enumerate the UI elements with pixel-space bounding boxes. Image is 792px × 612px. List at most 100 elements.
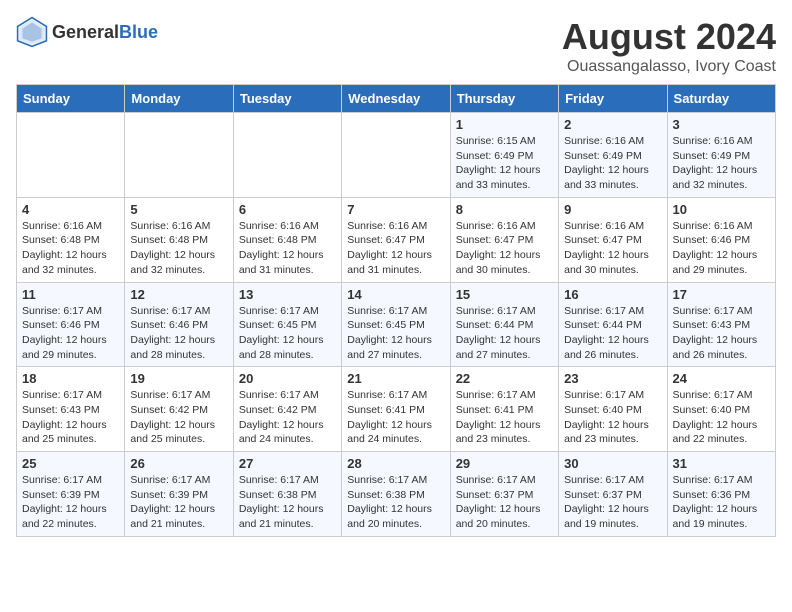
day-info: Sunrise: 6:16 AMSunset: 6:47 PMDaylight:… (456, 219, 553, 278)
calendar-cell (17, 113, 125, 198)
day-info: Sunrise: 6:17 AMSunset: 6:41 PMDaylight:… (456, 388, 553, 447)
day-info: Sunrise: 6:16 AMSunset: 6:48 PMDaylight:… (130, 219, 227, 278)
calendar-cell: 2 Sunrise: 6:16 AMSunset: 6:49 PMDaylight… (559, 113, 667, 198)
logo-blue: Blue (119, 22, 158, 43)
calendar-cell: 20Sunrise: 6:17 AMSunset: 6:42 PMDayligh… (233, 367, 341, 452)
day-info: Sunrise: 6:17 AMSunset: 6:46 PMDaylight:… (130, 304, 227, 363)
day-info: Sunrise: 6:16 AMSunset: 6:49 PMDaylight:… (564, 134, 661, 193)
day-info: Sunrise: 6:16 AMSunset: 6:49 PMDaylight:… (673, 134, 770, 193)
header-day-tuesday: Tuesday (233, 85, 341, 113)
day-number: 29 (456, 456, 553, 471)
day-number: 15 (456, 287, 553, 302)
title-block: August 2024 Ouassangalasso, Ivory Coast (562, 16, 776, 76)
calendar-cell: 15 Sunrise: 6:17 AMSunset: 6:44 PMDayligh… (450, 282, 558, 367)
header-day-sunday: Sunday (17, 85, 125, 113)
calendar-cell: 14 Sunrise: 6:17 AMSunset: 6:45 PMDayligh… (342, 282, 450, 367)
day-info: Sunrise: 6:16 AMSunset: 6:47 PMDaylight:… (564, 219, 661, 278)
calendar-cell: 5 Sunrise: 6:16 AMSunset: 6:48 PMDaylight… (125, 197, 233, 282)
day-info: Sunrise: 6:17 AMSunset: 6:46 PMDaylight:… (22, 304, 119, 363)
day-number: 23 (564, 371, 661, 386)
day-info: Sunrise: 6:17 AMSunset: 6:40 PMDaylight:… (564, 388, 661, 447)
day-info: Sunrise: 6:17 AMSunset: 6:42 PMDaylight:… (239, 388, 336, 447)
day-number: 3 (673, 117, 770, 132)
day-number: 28 (347, 456, 444, 471)
calendar-cell: 3 Sunrise: 6:16 AMSunset: 6:49 PMDaylight… (667, 113, 775, 198)
day-number: 8 (456, 202, 553, 217)
week-row-5: 25Sunrise: 6:17 AMSunset: 6:39 PMDayligh… (17, 452, 776, 537)
calendar-cell: 31 Sunrise: 6:17 AMSunset: 6:36 PMDayligh… (667, 452, 775, 537)
calendar-body: 1 Sunrise: 6:15 AMSunset: 6:49 PMDaylight… (17, 113, 776, 537)
day-number: 30 (564, 456, 661, 471)
day-number: 17 (673, 287, 770, 302)
calendar-cell: 13 Sunrise: 6:17 AMSunset: 6:45 PMDayligh… (233, 282, 341, 367)
day-info: Sunrise: 6:17 AMSunset: 6:36 PMDaylight:… (673, 473, 770, 532)
calendar-cell: 27 Sunrise: 6:17 AMSunset: 6:38 PMDayligh… (233, 452, 341, 537)
header-day-friday: Friday (559, 85, 667, 113)
day-number: 16 (564, 287, 661, 302)
day-info: Sunrise: 6:17 AMSunset: 6:44 PMDaylight:… (564, 304, 661, 363)
day-info: Sunrise: 6:15 AMSunset: 6:49 PMDaylight:… (456, 134, 553, 193)
day-info: Sunrise: 6:16 AMSunset: 6:48 PMDaylight:… (239, 219, 336, 278)
day-number: 12 (130, 287, 227, 302)
day-info: Sunrise: 6:16 AMSunset: 6:47 PMDaylight:… (347, 219, 444, 278)
day-info: Sunrise: 6:16 AMSunset: 6:46 PMDaylight:… (673, 219, 770, 278)
day-number: 10 (673, 202, 770, 217)
calendar-cell: 23 Sunrise: 6:17 AMSunset: 6:40 PMDayligh… (559, 367, 667, 452)
day-info: Sunrise: 6:17 AMSunset: 6:38 PMDaylight:… (239, 473, 336, 532)
day-info: Sunrise: 6:17 AMSunset: 6:37 PMDaylight:… (456, 473, 553, 532)
day-number: 11 (22, 287, 119, 302)
day-number: 5 (130, 202, 227, 217)
day-number: 13 (239, 287, 336, 302)
day-info: Sunrise: 6:16 AMSunset: 6:48 PMDaylight:… (22, 219, 119, 278)
calendar-cell: 9 Sunrise: 6:16 AMSunset: 6:47 PMDaylight… (559, 197, 667, 282)
day-number: 1 (456, 117, 553, 132)
day-number: 4 (22, 202, 119, 217)
calendar-cell: 22 Sunrise: 6:17 AMSunset: 6:41 PMDayligh… (450, 367, 558, 452)
calendar-header: SundayMondayTuesdayWednesdayThursdayFrid… (17, 85, 776, 113)
day-number: 2 (564, 117, 661, 132)
day-info: Sunrise: 6:17 AMSunset: 6:38 PMDaylight:… (347, 473, 444, 532)
subtitle: Ouassangalasso, Ivory Coast (562, 58, 776, 76)
day-number: 31 (673, 456, 770, 471)
header-day-thursday: Thursday (450, 85, 558, 113)
day-info: Sunrise: 6:17 AMSunset: 6:42 PMDaylight:… (130, 388, 227, 447)
calendar-cell: 19 Sunrise: 6:17 AMSunset: 6:42 PMDayligh… (125, 367, 233, 452)
day-number: 22 (456, 371, 553, 386)
day-number: 7 (347, 202, 444, 217)
day-info: Sunrise: 6:17 AMSunset: 6:37 PMDaylight:… (564, 473, 661, 532)
calendar-cell: 25Sunrise: 6:17 AMSunset: 6:39 PMDayligh… (17, 452, 125, 537)
calendar-cell: 29 Sunrise: 6:17 AMSunset: 6:37 PMDayligh… (450, 452, 558, 537)
day-info: Sunrise: 6:17 AMSunset: 6:45 PMDaylight:… (347, 304, 444, 363)
day-info: Sunrise: 6:17 AMSunset: 6:40 PMDaylight:… (673, 388, 770, 447)
calendar-cell: 17 Sunrise: 6:17 AMSunset: 6:43 PMDayligh… (667, 282, 775, 367)
calendar-cell: 7 Sunrise: 6:16 AMSunset: 6:47 PMDaylight… (342, 197, 450, 282)
calendar-cell (342, 113, 450, 198)
day-number: 27 (239, 456, 336, 471)
day-number: 9 (564, 202, 661, 217)
day-info: Sunrise: 6:17 AMSunset: 6:39 PMDaylight:… (130, 473, 227, 532)
header-day-monday: Monday (125, 85, 233, 113)
day-info: Sunrise: 6:17 AMSunset: 6:41 PMDaylight:… (347, 388, 444, 447)
day-number: 19 (130, 371, 227, 386)
page-header: General Blue August 2024 Ouassangalasso,… (16, 16, 776, 76)
logo-icon (16, 16, 48, 48)
calendar-cell: 6 Sunrise: 6:16 AMSunset: 6:48 PMDaylight… (233, 197, 341, 282)
calendar-cell: 10 Sunrise: 6:16 AMSunset: 6:46 PMDayligh… (667, 197, 775, 282)
calendar-cell (125, 113, 233, 198)
week-row-2: 4 Sunrise: 6:16 AMSunset: 6:48 PMDaylight… (17, 197, 776, 282)
week-row-3: 11 Sunrise: 6:17 AMSunset: 6:46 PMDayligh… (17, 282, 776, 367)
day-number: 6 (239, 202, 336, 217)
day-number: 18 (22, 371, 119, 386)
calendar-cell: 30 Sunrise: 6:17 AMSunset: 6:37 PMDayligh… (559, 452, 667, 537)
day-info: Sunrise: 6:17 AMSunset: 6:43 PMDaylight:… (22, 388, 119, 447)
day-info: Sunrise: 6:17 AMSunset: 6:39 PMDaylight:… (22, 473, 119, 532)
calendar-cell (233, 113, 341, 198)
day-info: Sunrise: 6:17 AMSunset: 6:45 PMDaylight:… (239, 304, 336, 363)
calendar-cell: 21Sunrise: 6:17 AMSunset: 6:41 PMDayligh… (342, 367, 450, 452)
logo-text: General Blue (52, 22, 158, 43)
day-number: 14 (347, 287, 444, 302)
calendar-cell: 18 Sunrise: 6:17 AMSunset: 6:43 PMDayligh… (17, 367, 125, 452)
day-info: Sunrise: 6:17 AMSunset: 6:44 PMDaylight:… (456, 304, 553, 363)
day-info: Sunrise: 6:17 AMSunset: 6:43 PMDaylight:… (673, 304, 770, 363)
header-day-wednesday: Wednesday (342, 85, 450, 113)
